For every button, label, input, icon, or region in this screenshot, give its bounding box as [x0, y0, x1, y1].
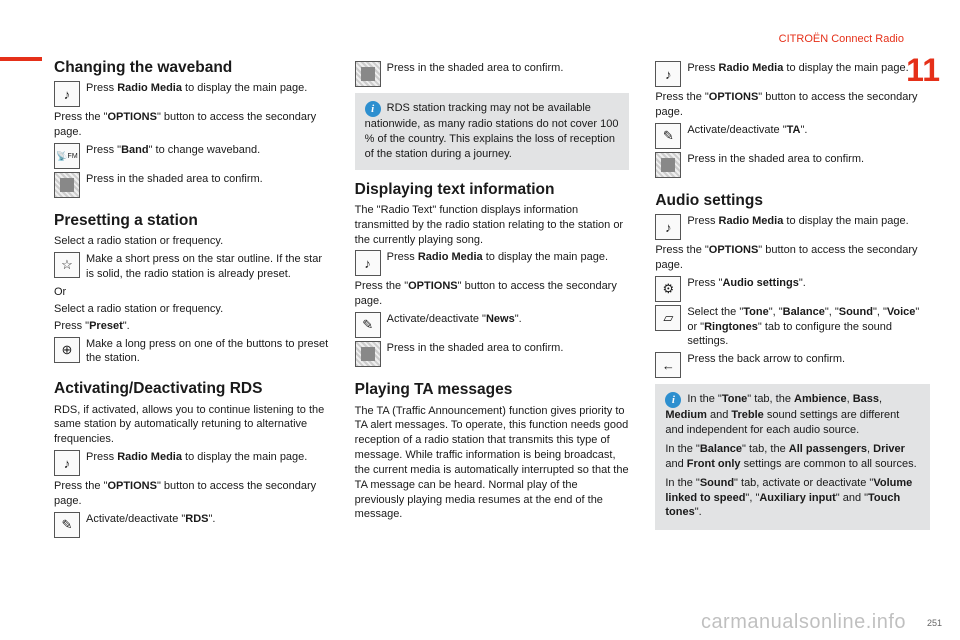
info-box-rds: iRDS station tracking may not be availab…: [355, 93, 630, 170]
shaded-area-icon: [355, 341, 381, 367]
text-radiotext-intro: The "Radio Text" function displays infor…: [355, 203, 630, 248]
page-number: 251: [927, 618, 942, 628]
info-box-audio: iIn the "Tone" tab, the Ambience, Bass, …: [655, 384, 930, 530]
shaded-area-icon: [655, 152, 681, 178]
heading-waveband: Changing the waveband: [54, 58, 329, 77]
text-press-shade: Press in the shaded area to confirm.: [86, 172, 329, 187]
info-icon: i: [665, 392, 681, 408]
text-audio-settings: Press "Audio settings".: [687, 276, 930, 291]
text-tabs: Select the "Tone", "Balance", "Sound", "…: [687, 305, 930, 350]
text-options-secondary-c3a: Press the "OPTIONS" button to access the…: [655, 90, 930, 120]
red-accent-tab: [0, 57, 42, 61]
check-icon: ✎: [54, 512, 80, 538]
text-radio-media-rds: Press Radio Media to display the main pa…: [86, 450, 329, 465]
text-select-freq: Select a radio station or frequency.: [54, 234, 329, 249]
text-long-press: Make a long press on one of the buttons …: [86, 337, 329, 367]
text-press-preset: Press "Preset".: [54, 319, 329, 334]
info-icon: i: [365, 101, 381, 117]
text-options-secondary: Press the "OPTIONS" button to access the…: [54, 110, 329, 140]
text-radio-media-c2: Press Radio Media to display the main pa…: [387, 250, 630, 265]
text-options-secondary-rds: Press the "OPTIONS" button to access the…: [54, 479, 329, 509]
text-back: Press the back arrow to confirm.: [687, 352, 930, 367]
column-2: Press in the shaded area to confirm. iRD…: [355, 58, 630, 600]
header-brand: CITROËN Connect Radio: [779, 33, 904, 45]
fm-icon: 📡FM: [54, 143, 80, 169]
text-rds-toggle: Activate/deactivate "RDS".: [86, 512, 329, 527]
music-note-icon: ♪: [655, 214, 681, 240]
text-star-press: Make a short press on the star outline. …: [86, 252, 329, 282]
text-options-secondary-c3b: Press the "OPTIONS" button to access the…: [655, 243, 930, 273]
heading-audio: Audio settings: [655, 191, 930, 210]
text-options-secondary-c2: Press the "OPTIONS" button to access the…: [355, 279, 630, 309]
back-arrow-icon: ←: [655, 352, 681, 378]
text-press-shade-c2a: Press in the shaded area to confirm.: [387, 61, 630, 76]
text-ta-toggle: Activate/deactivate "TA".: [687, 123, 930, 138]
text-radio-media-c3b: Press Radio Media to display the main pa…: [687, 214, 930, 229]
music-note-icon: ♪: [54, 81, 80, 107]
heading-rds: Activating/Deactivating RDS: [54, 379, 329, 398]
text-press-shade-c2b: Press in the shaded area to confirm.: [387, 341, 630, 356]
text-rds-intro: RDS, if activated, allows you to continu…: [54, 403, 329, 448]
info-balance-text: In the "Balance" tab, the All passengers…: [665, 442, 920, 472]
text-radio-media: Press Radio Media to display the main pa…: [86, 81, 329, 96]
music-note-icon: ♪: [355, 250, 381, 276]
text-or: Or: [54, 285, 329, 300]
music-note-icon: ♪: [54, 450, 80, 476]
text-radio-media-c3a: Press Radio Media to display the main pa…: [687, 61, 930, 76]
music-note-icon: ♪: [655, 61, 681, 87]
check-icon: ✎: [355, 312, 381, 338]
column-1: Changing the waveband ♪ Press Radio Medi…: [54, 58, 329, 600]
plus-icon: ⊕: [54, 337, 80, 363]
column-3: ♪ Press Radio Media to display the main …: [655, 58, 930, 600]
shaded-area-icon: [355, 61, 381, 87]
text-select-freq2: Select a radio station or frequency.: [54, 302, 329, 317]
shaded-area-icon: [54, 172, 80, 198]
text-band: Press "Band" to change waveband.: [86, 143, 329, 158]
info-rds-text: RDS station tracking may not be availabl…: [365, 102, 619, 160]
tone-icon: ▱: [655, 305, 681, 331]
heading-preset: Presetting a station: [54, 211, 329, 230]
gear-icon: ⚙: [655, 276, 681, 302]
text-news-toggle: Activate/deactivate "News".: [387, 312, 630, 327]
star-icon: ☆: [54, 252, 80, 278]
watermark: carmanualsonline.info: [701, 611, 906, 634]
check-icon: ✎: [655, 123, 681, 149]
info-tone-text: In the "Tone" tab, the Ambience, Bass, M…: [665, 393, 899, 436]
content-columns: Changing the waveband ♪ Press Radio Medi…: [54, 58, 930, 600]
heading-text-info: Displaying text information: [355, 180, 630, 199]
info-sound-text: In the "Sound" tab, activate or deactiva…: [665, 476, 920, 521]
heading-ta: Playing TA messages: [355, 380, 630, 399]
text-press-shade-c3: Press in the shaded area to confirm.: [687, 152, 930, 167]
text-ta-body: The TA (Traffic Announcement) function g…: [355, 404, 630, 523]
